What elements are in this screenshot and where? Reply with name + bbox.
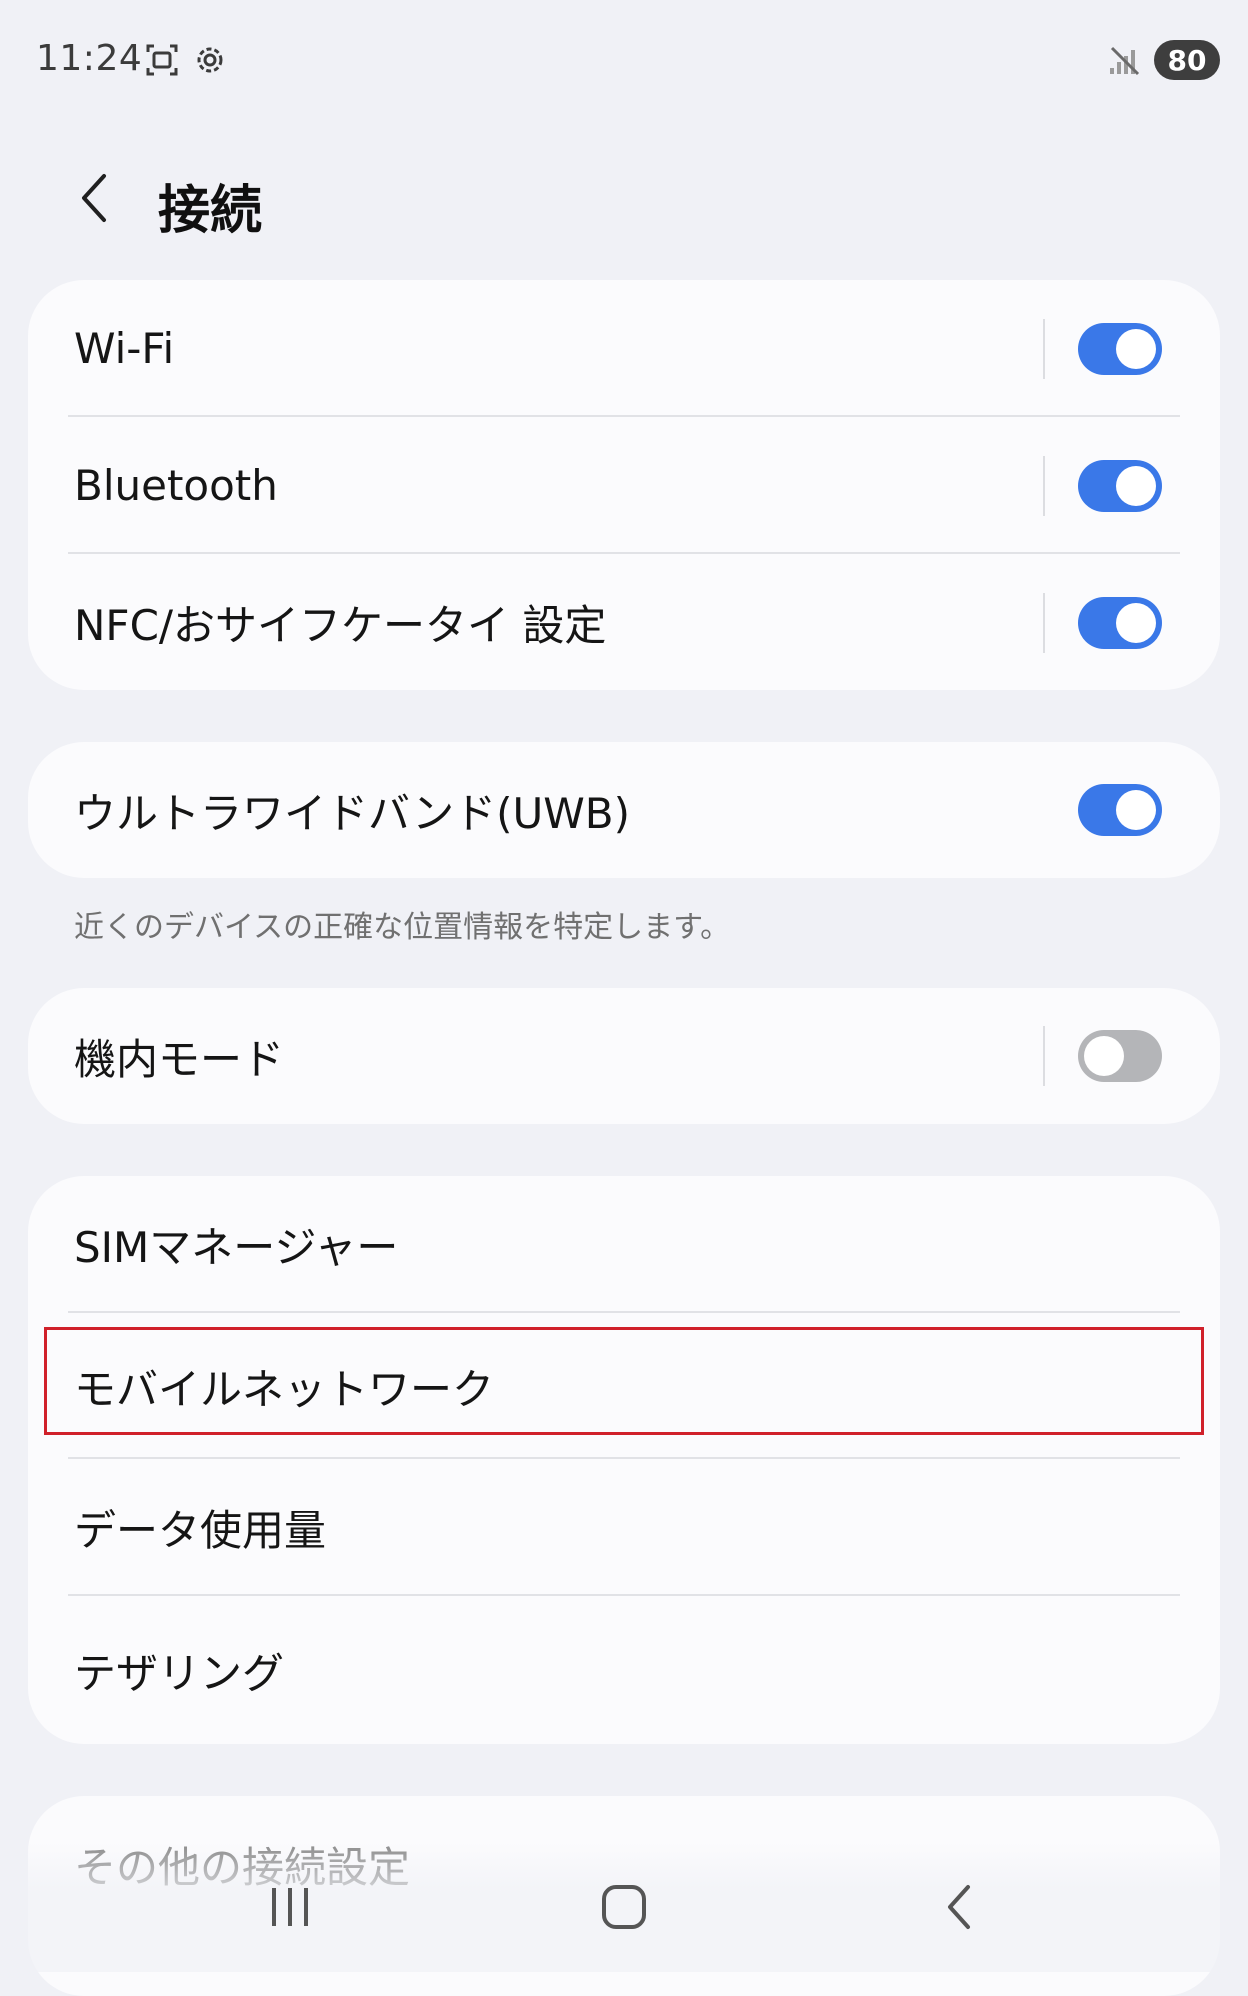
status-bar: 11:24 80 xyxy=(0,0,1248,120)
navigation-bar xyxy=(0,1842,1248,1972)
divider xyxy=(1043,455,1045,516)
row-airplane-mode[interactable]: 機内モード xyxy=(28,988,1220,1124)
uwb-label: ウルトラワイドバンド(UWB) xyxy=(74,788,630,838)
uwb-helper-text: 近くのデバイスの正確な位置情報を特定します。 xyxy=(74,910,731,945)
row-bluetooth[interactable]: Bluetooth xyxy=(28,417,1220,554)
wifi-label: Wi-Fi xyxy=(74,324,175,373)
tethering-label: テザリング xyxy=(74,1648,285,1698)
row-wifi[interactable]: Wi-Fi xyxy=(28,280,1220,417)
divider xyxy=(1043,592,1045,653)
bluetooth-label: Bluetooth xyxy=(74,461,278,510)
uwb-toggle[interactable] xyxy=(1078,784,1162,836)
screenshot-icon xyxy=(144,42,180,78)
card-uwb: ウルトラワイドバンド(UWB) xyxy=(28,742,1220,878)
home-icon xyxy=(602,1885,646,1929)
row-nfc[interactable]: NFC/おサイフケータイ 設定 xyxy=(28,554,1220,690)
home-button[interactable] xyxy=(584,1872,664,1942)
chevron-left-icon xyxy=(82,174,106,222)
data-usage-label: データ使用量 xyxy=(74,1506,327,1555)
airplane-mode-label: 機内モード xyxy=(74,1034,285,1084)
divider xyxy=(1043,318,1045,379)
status-time: 11:24 xyxy=(36,38,143,79)
no-signal-icon xyxy=(1106,42,1142,78)
nfc-label: NFC/おサイフケータイ 設定 xyxy=(74,601,607,650)
battery-indicator: 80 xyxy=(1154,40,1220,80)
highlight-box xyxy=(44,1327,1204,1435)
row-uwb[interactable]: ウルトラワイドバンド(UWB) xyxy=(28,742,1220,878)
back-button[interactable] xyxy=(66,166,122,230)
back-icon xyxy=(948,1885,970,1929)
settings-gear-icon xyxy=(192,42,228,78)
card-connectivity: Wi-Fi Bluetooth NFC/おサイフケータイ 設定 xyxy=(28,280,1220,690)
airplane-mode-toggle[interactable] xyxy=(1078,1030,1162,1082)
nav-back-button[interactable] xyxy=(920,1872,1000,1942)
row-sim-manager[interactable]: SIMマネージャー xyxy=(28,1176,1220,1313)
card-network: SIMマネージャー モバイルネットワーク データ使用量 テザリング xyxy=(28,1176,1220,1744)
bluetooth-toggle[interactable] xyxy=(1078,459,1162,512)
divider xyxy=(1043,1026,1045,1086)
recent-apps-button[interactable] xyxy=(250,1872,330,1942)
row-data-usage[interactable]: データ使用量 xyxy=(28,1459,1220,1596)
nfc-toggle[interactable] xyxy=(1078,596,1162,649)
row-tethering[interactable]: テザリング xyxy=(28,1596,1220,1744)
recent-apps-icon xyxy=(272,1888,308,1926)
wifi-toggle[interactable] xyxy=(1078,322,1162,375)
page-title: 接続 xyxy=(158,181,263,241)
card-airplane: 機内モード xyxy=(28,988,1220,1124)
sim-manager-label: SIMマネージャー xyxy=(74,1223,399,1272)
